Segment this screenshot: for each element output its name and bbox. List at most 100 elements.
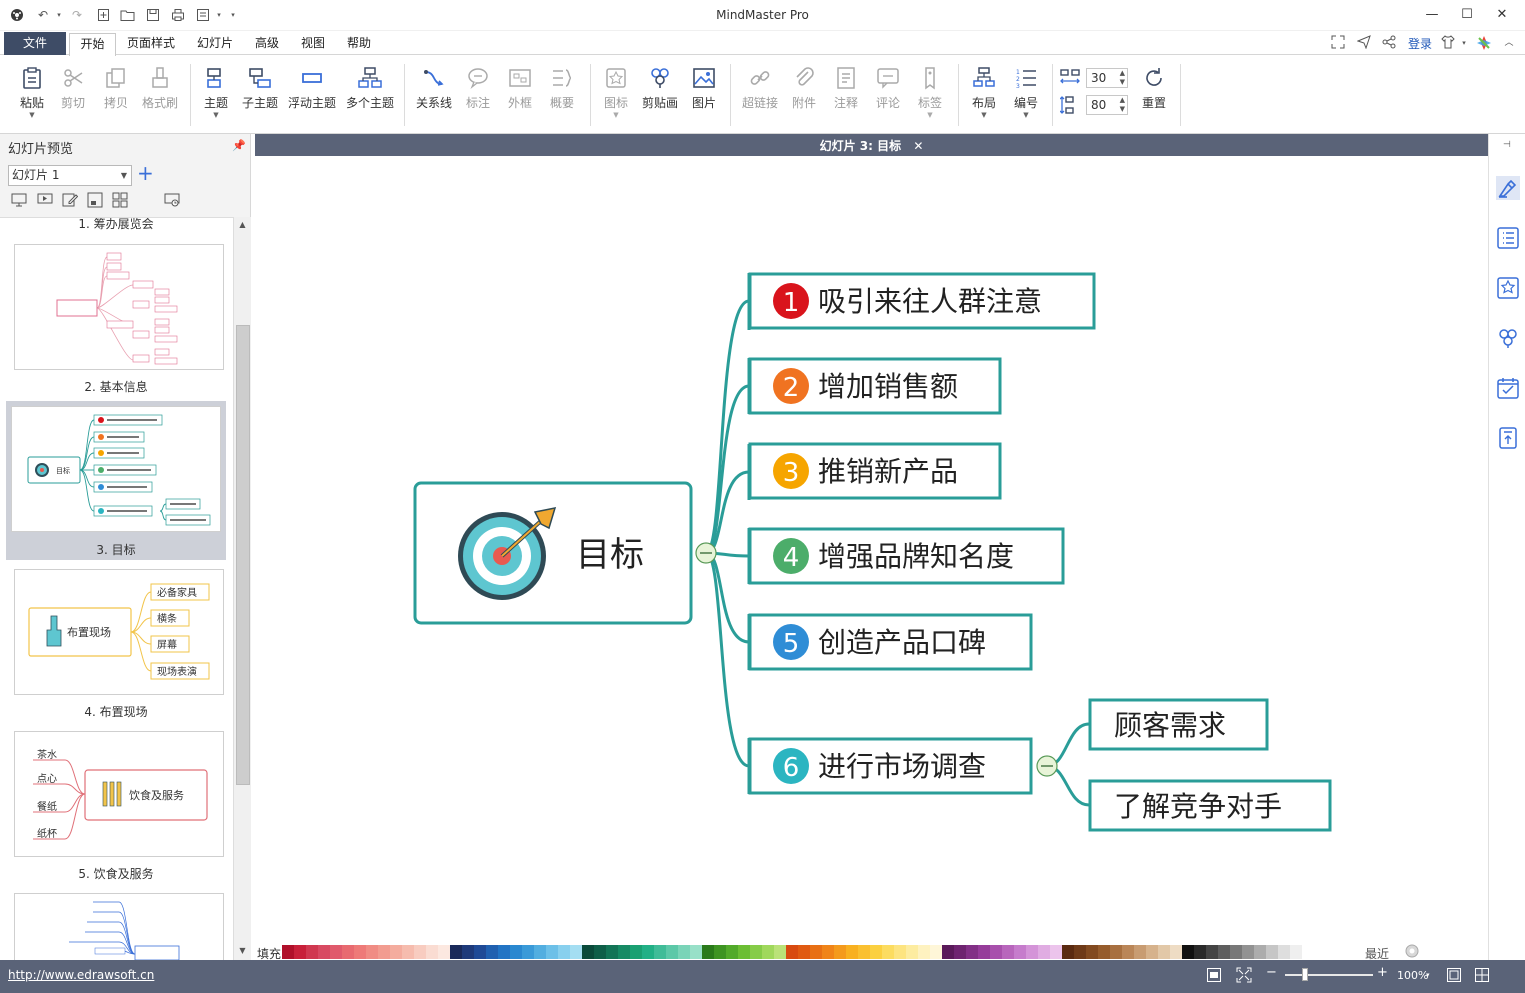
color-swatch[interactable] [402, 945, 414, 959]
color-swatch[interactable] [354, 945, 366, 959]
reset-button[interactable]: 重置 [1136, 62, 1172, 132]
branch-topic-4[interactable]: 4 增强品牌知名度 [748, 527, 1065, 585]
slide-template-icon[interactable] [87, 192, 103, 208]
relationship-button[interactable]: 关系线 [414, 62, 454, 132]
color-swatch[interactable] [594, 945, 606, 959]
note-button[interactable]: 注释 [828, 62, 864, 132]
pin-icon[interactable]: ⊣ [1503, 140, 1511, 150]
color-swatch[interactable] [630, 945, 642, 959]
color-swatch[interactable] [810, 945, 822, 959]
color-swatch[interactable] [978, 945, 990, 959]
color-swatch[interactable] [930, 945, 942, 959]
color-swatch[interactable] [618, 945, 630, 959]
color-swatch[interactable] [1206, 945, 1218, 959]
subtopic-customer-needs[interactable]: 顾客需求 [1088, 698, 1269, 751]
login-link[interactable]: 登录 [1408, 35, 1432, 52]
minimize-button[interactable]: — [1420, 6, 1444, 24]
color-swatch[interactable] [714, 945, 726, 959]
color-swatch[interactable] [834, 945, 846, 959]
color-swatch[interactable] [1086, 945, 1098, 959]
branch-topic-3[interactable]: 3 推销新产品 [748, 442, 1002, 500]
scroll-up-icon[interactable]: ▲ [234, 217, 251, 233]
color-swatch[interactable] [1254, 945, 1266, 959]
color-picker-icon[interactable] [1405, 944, 1419, 958]
skin-dropdown-icon[interactable]: ▾ [1456, 35, 1472, 51]
copy-button[interactable]: 拷贝 [98, 62, 134, 132]
color-swatch[interactable] [546, 945, 558, 959]
tab-file[interactable]: 文件 [4, 32, 66, 55]
color-swatch[interactable] [798, 945, 810, 959]
numbering-button[interactable]: 123 编号 ▼ [1008, 62, 1044, 132]
zoom-slider-track[interactable] [1285, 974, 1373, 976]
color-swatch[interactable] [1050, 945, 1062, 959]
color-swatch[interactable] [906, 945, 918, 959]
color-swatches[interactable] [282, 945, 1314, 959]
color-swatch[interactable] [1290, 945, 1302, 959]
color-swatch[interactable] [582, 945, 594, 959]
floating-topic-button[interactable]: 浮动主题 [286, 62, 338, 132]
slide-thumbnail-6[interactable] [6, 888, 226, 960]
color-swatch[interactable] [894, 945, 906, 959]
boundary-button[interactable]: 外框 [502, 62, 538, 132]
color-swatch[interactable] [726, 945, 738, 959]
color-swatch[interactable] [702, 945, 714, 959]
share-icon[interactable] [1381, 35, 1397, 51]
color-swatch[interactable] [666, 945, 678, 959]
color-swatch[interactable] [786, 945, 798, 959]
send-icon[interactable] [1356, 35, 1372, 51]
color-swatch[interactable] [990, 945, 1002, 959]
add-slide-button[interactable]: + [137, 162, 154, 184]
color-swatch[interactable] [966, 945, 978, 959]
color-swatch[interactable] [570, 945, 582, 959]
color-swatch[interactable] [1146, 945, 1158, 959]
branch-topic-2[interactable]: 2 增加销售额 [748, 357, 1002, 415]
color-swatch[interactable] [1194, 945, 1206, 959]
color-swatch[interactable] [750, 945, 762, 959]
color-swatch[interactable] [486, 945, 498, 959]
color-swatch[interactable] [390, 945, 402, 959]
mindmap-canvas[interactable]: 目标 1 吸引来往人群注意 2 增加销售额 3 推销新产品 4 增强品牌知名度 5 创造产品口碑 6… [255, 156, 1488, 942]
branch-topic-1[interactable]: 1 吸引来往人群注意 [748, 272, 1096, 330]
fit-page-icon[interactable] [1206, 967, 1222, 987]
color-swatch[interactable] [1098, 945, 1110, 959]
color-swatch[interactable] [522, 945, 534, 959]
split-view-icon[interactable] [1474, 967, 1490, 987]
icons-panel-icon[interactable] [1496, 276, 1520, 300]
outline-panel-icon[interactable] [1496, 226, 1520, 250]
callout-button[interactable]: 标注 [460, 62, 496, 132]
edraw-logo-icon[interactable] [1476, 35, 1492, 51]
horizontal-spacing-spinner[interactable]: ▲ ▼ [1120, 69, 1125, 87]
color-swatch[interactable] [1230, 945, 1242, 959]
slide-thumbnail-2[interactable]: 2. 基本信息 [6, 238, 226, 396]
slide-thumbnail-5[interactable]: 饮食及服务 茶水 点心 餐纸 纸杯 5. 饮食及服务 [6, 726, 226, 884]
scrollbar-thumb[interactable] [236, 325, 250, 785]
color-swatch[interactable] [450, 945, 462, 959]
paste-button[interactable]: 粘贴 ▼ [12, 62, 52, 132]
fullscreen-icon[interactable] [1330, 35, 1346, 51]
color-swatch[interactable] [378, 945, 390, 959]
color-swatch[interactable] [510, 945, 522, 959]
slide-thumbnail-1[interactable]: 1. 筹办展览会 [6, 218, 226, 234]
color-swatch[interactable] [462, 945, 474, 959]
color-swatch[interactable] [1074, 945, 1086, 959]
color-swatch[interactable] [1062, 945, 1074, 959]
color-swatch[interactable] [306, 945, 318, 959]
slide-grid-icon[interactable] [112, 192, 128, 208]
format-painter-button[interactable]: 格式刷 [140, 62, 180, 132]
hyperlink-button[interactable]: 超链接 [738, 62, 782, 132]
color-swatch[interactable] [822, 945, 834, 959]
color-swatch[interactable] [474, 945, 486, 959]
format-panel-icon[interactable] [1496, 176, 1520, 200]
zoom-slider-handle[interactable] [1302, 968, 1308, 981]
collapse-ribbon-icon[interactable]: ︿ [1501, 35, 1517, 51]
color-swatch[interactable] [366, 945, 378, 959]
cut-button[interactable]: 剪切 [55, 62, 91, 132]
scroll-down-icon[interactable]: ▼ [234, 943, 251, 959]
color-swatch[interactable] [534, 945, 546, 959]
color-swatch[interactable] [1170, 945, 1182, 959]
color-swatch[interactable] [942, 945, 954, 959]
collapse-marker[interactable] [1036, 755, 1058, 777]
color-swatch[interactable] [426, 945, 438, 959]
slide-show-current-icon[interactable] [37, 192, 53, 208]
color-swatch[interactable] [1218, 945, 1230, 959]
